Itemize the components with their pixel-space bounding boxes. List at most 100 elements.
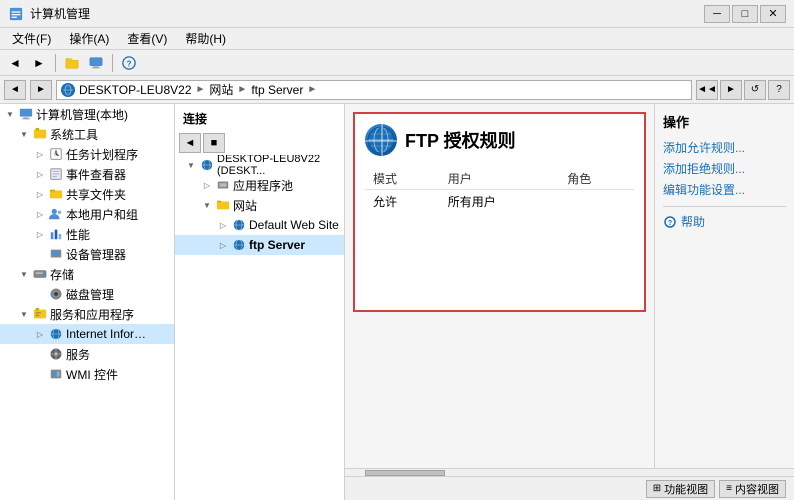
conn-toolbar-btn-1[interactable]: ◄ bbox=[179, 133, 201, 153]
local-users-label: 本地用户和组 bbox=[66, 206, 138, 223]
iis-label: Internet Information S... bbox=[66, 327, 156, 341]
connections-tree: ▼ DESKTOP-LEU8V22 (DESKT... ▷ bbox=[175, 155, 344, 500]
performance-icon bbox=[48, 226, 64, 242]
addr-help-btn[interactable]: ? bbox=[768, 80, 790, 100]
feature-view-icon: ⊞ bbox=[653, 483, 661, 494]
svg-text:?: ? bbox=[127, 59, 132, 68]
help-link[interactable]: 帮助 bbox=[681, 213, 705, 230]
tree-arrow-iis: ▷ bbox=[32, 326, 48, 342]
tree-wmi[interactable]: WMI 控件 bbox=[0, 364, 174, 384]
ftp-globe-icon bbox=[365, 124, 397, 156]
menu-view[interactable]: 查看(V) bbox=[119, 28, 175, 49]
addr-segment-3: ftp Server bbox=[251, 83, 303, 97]
ftp-panel: FTP 授权规则 模式 用户 角色 bbox=[345, 104, 794, 500]
ftp-rule-row-1[interactable]: 允许 所有用户 bbox=[365, 190, 634, 214]
device-manager-label: 设备管理器 bbox=[66, 246, 126, 263]
maximize-button[interactable]: □ bbox=[732, 5, 758, 23]
conn-default-icon bbox=[231, 217, 247, 233]
disk-mgmt-icon bbox=[48, 286, 64, 302]
conn-sites[interactable]: ▼ 网站 bbox=[175, 195, 344, 215]
addr-btn-2[interactable]: ► bbox=[720, 80, 742, 100]
tree-iis[interactable]: ▷ Internet Information S... bbox=[0, 324, 174, 344]
toolbar-separator-2 bbox=[112, 54, 113, 72]
services-apps-icon bbox=[32, 306, 48, 322]
connections-panel: 连接 ◄ ■ ▼ DESKTOP-LEU8V22 (DESKT... bbox=[175, 104, 345, 500]
conn-ftp-server-label: ftp Server bbox=[249, 238, 305, 252]
left-tree-panel: ▼ 计算机管理(本地) ▼ 系统工 bbox=[0, 104, 175, 500]
bottom-bar: ⊞ 功能视图 ≡ 内容视图 bbox=[345, 476, 794, 500]
system-tools-icon bbox=[32, 126, 48, 142]
shared-folders-icon bbox=[48, 186, 64, 202]
menu-help[interactable]: 帮助(H) bbox=[177, 28, 234, 49]
tree-task-scheduler[interactable]: ▷ 任务计划程序 bbox=[0, 144, 174, 164]
title-bar-icon bbox=[8, 6, 24, 22]
tree-local-users[interactable]: ▷ 本地用户和组 bbox=[0, 204, 174, 224]
horizontal-scrollbar[interactable] bbox=[345, 468, 794, 476]
tree-services-apps[interactable]: ▼ 服务和应用程序 bbox=[0, 304, 174, 324]
computer-tree-icon bbox=[18, 106, 34, 122]
tree-arrow-event: ▷ bbox=[32, 166, 48, 182]
addr-forward-button[interactable]: ► bbox=[30, 80, 52, 100]
tree-system-tools[interactable]: ▼ 系统工具 bbox=[0, 124, 174, 144]
back-button[interactable]: ◄ bbox=[4, 52, 26, 74]
minimize-button[interactable]: ─ bbox=[704, 5, 730, 23]
tree-performance[interactable]: ▷ 性能 bbox=[0, 224, 174, 244]
window-title: 计算机管理 bbox=[30, 5, 704, 22]
address-path[interactable]: DESKTOP-LEU8V22 ► 网站 ► ftp Server ► bbox=[56, 80, 692, 100]
ftp-rules-header: FTP 授权规则 bbox=[365, 124, 634, 156]
addr-sep-1: ► bbox=[196, 84, 206, 95]
col-user: 用户 bbox=[440, 168, 560, 190]
event-viewer-icon bbox=[48, 166, 64, 182]
tree-arrow-task: ▷ bbox=[32, 146, 48, 162]
connections-header: 连接 bbox=[175, 104, 344, 131]
conn-ftp-icon bbox=[231, 237, 247, 253]
add-allow-rule-link[interactable]: 添加允许规则... bbox=[663, 137, 786, 158]
addr-back-button[interactable]: ◄ bbox=[4, 80, 26, 100]
tree-device-manager[interactable]: 设备管理器 bbox=[0, 244, 174, 264]
ftp-rules-table: 模式 用户 角色 允许 所有用户 bbox=[365, 168, 634, 213]
content-view-button[interactable]: ≡ 内容视图 bbox=[719, 480, 786, 498]
help-button[interactable]: ? bbox=[118, 52, 140, 74]
tree-root[interactable]: ▼ 计算机管理(本地) bbox=[0, 104, 174, 124]
tree-shared-folders[interactable]: ▷ 共享文件夹 bbox=[0, 184, 174, 204]
conn-server[interactable]: ▼ DESKTOP-LEU8V22 (DESKT... bbox=[175, 155, 344, 175]
conn-toolbar-btn-2[interactable]: ■ bbox=[203, 133, 225, 153]
edit-features-link[interactable]: 编辑功能设置... bbox=[663, 179, 786, 200]
tree-arrow-disk bbox=[32, 286, 48, 302]
shared-folders-label: 共享文件夹 bbox=[66, 186, 126, 203]
tree-services[interactable]: 服务 bbox=[0, 344, 174, 364]
addr-sep-2: ► bbox=[237, 84, 247, 95]
menu-action[interactable]: 操作(A) bbox=[61, 28, 117, 49]
content-area: ▼ 计算机管理(本地) ▼ 系统工 bbox=[0, 104, 794, 500]
content-view-label: 内容视图 bbox=[735, 481, 779, 497]
feature-view-label: 功能视图 bbox=[664, 481, 708, 497]
tree-event-viewer[interactable]: ▷ 事件查看器 bbox=[0, 164, 174, 184]
addr-refresh-btn[interactable]: ↺ bbox=[744, 80, 766, 100]
conn-app-pool[interactable]: ▷ 应用程序池 bbox=[175, 175, 344, 195]
conn-ftp-server[interactable]: ▷ ftp Server bbox=[175, 235, 344, 255]
tree-arrow-wmi bbox=[32, 366, 48, 382]
content-view-icon: ≡ bbox=[726, 483, 732, 494]
add-deny-rule-link[interactable]: 添加拒绝规则... bbox=[663, 158, 786, 179]
addr-btn-1[interactable]: ◄◄ bbox=[696, 80, 718, 100]
close-button[interactable]: ✕ bbox=[760, 5, 786, 23]
menu-file[interactable]: 文件(F) bbox=[4, 28, 59, 49]
toolbar: ◄ ► ? bbox=[0, 50, 794, 76]
performance-label: 性能 bbox=[66, 226, 90, 243]
connections-toolbar: ◄ ■ bbox=[175, 131, 344, 155]
tree-disk-mgmt[interactable]: 磁盘管理 bbox=[0, 284, 174, 304]
window-controls: ─ □ ✕ bbox=[704, 5, 786, 23]
tree-storage[interactable]: ▼ 存储 bbox=[0, 264, 174, 284]
conn-arrow-default: ▷ bbox=[215, 217, 231, 233]
main-container: ◄ ► DESKTOP-LEU8V22 ► 网站 ► ftp Server ► … bbox=[0, 76, 794, 500]
forward-button[interactable]: ► bbox=[28, 52, 50, 74]
ftp-main: FTP 授权规则 模式 用户 角色 bbox=[345, 104, 794, 468]
wmi-icon bbox=[48, 366, 64, 382]
conn-server-icon bbox=[199, 157, 215, 173]
rule-user: 所有用户 bbox=[440, 190, 560, 214]
conn-app-pool-label: 应用程序池 bbox=[233, 177, 293, 194]
feature-view-button[interactable]: ⊞ 功能视图 bbox=[646, 480, 715, 498]
scrollbar-thumb[interactable] bbox=[365, 470, 445, 476]
conn-default-site[interactable]: ▷ Default Web Site bbox=[175, 215, 344, 235]
iis-icon bbox=[48, 326, 64, 342]
